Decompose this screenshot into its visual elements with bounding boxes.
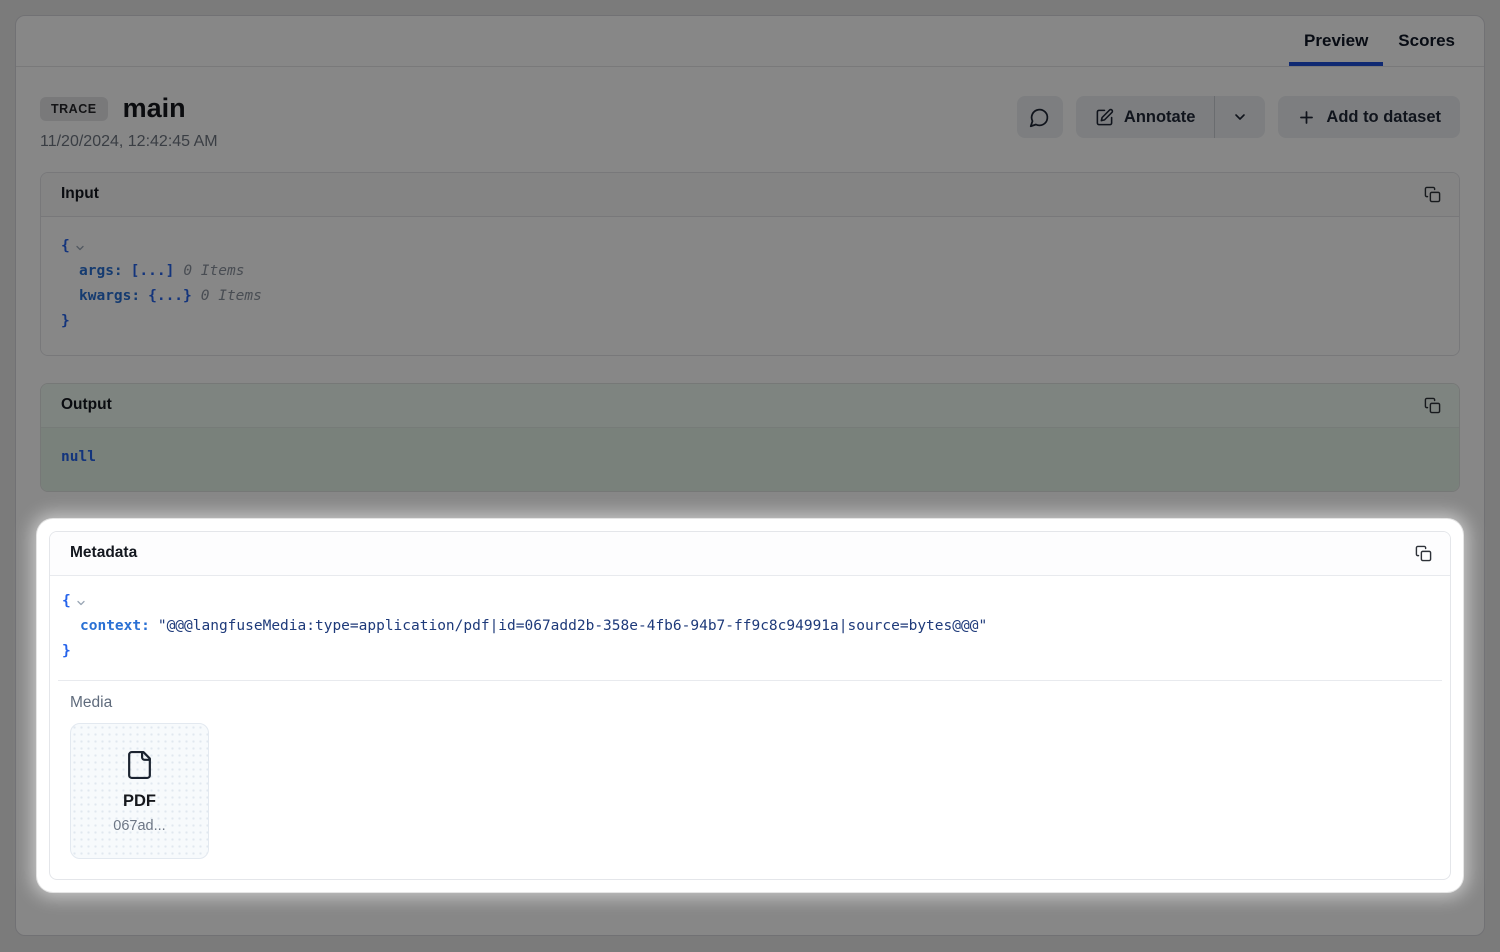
output-panel-title: Output <box>61 396 112 414</box>
media-label: Media <box>70 694 1430 712</box>
trace-detail-card: Preview Scores TRACE main 11/20/2024, 12… <box>15 15 1485 936</box>
copy-output-button[interactable] <box>1422 395 1443 416</box>
input-json-viewer: { args: [...] 0 Items kwargs: {...} 0 It… <box>41 217 1459 355</box>
json-line-kwargs: kwargs: {...} 0 Items <box>61 284 1439 309</box>
output-panel: Output null <box>40 383 1460 492</box>
page-title: main <box>123 94 186 124</box>
copy-metadata-button[interactable] <box>1413 543 1434 564</box>
annotate-label: Annotate <box>1124 108 1196 127</box>
output-json-viewer: null <box>41 428 1459 491</box>
metadata-json-viewer: { context: "@@@langfuseMedia:type=applic… <box>50 576 1450 680</box>
comment-button[interactable] <box>1017 96 1063 138</box>
json-line-context: context: "@@@langfuseMedia:type=applicat… <box>62 614 1438 639</box>
file-icon <box>124 748 155 782</box>
output-null-value: null <box>61 445 96 470</box>
copy-input-button[interactable] <box>1422 184 1443 205</box>
chevron-down-icon <box>1232 109 1248 125</box>
media-section: Media PDF 067ad... <box>58 680 1442 879</box>
copy-icon <box>1424 186 1441 203</box>
tab-bar: Preview Scores <box>16 16 1484 67</box>
metadata-panel-title: Metadata <box>70 544 137 562</box>
trace-badge: TRACE <box>40 97 108 122</box>
collapse-toggle-icon[interactable] <box>75 597 87 609</box>
trace-timestamp: 11/20/2024, 12:42:45 AM <box>40 133 218 151</box>
pdf-media-card[interactable]: PDF 067ad... <box>70 723 209 859</box>
add-to-dataset-label: Add to dataset <box>1326 108 1441 127</box>
message-circle-icon <box>1029 107 1050 128</box>
metadata-panel: Metadata { context: "@@@langfuseMedia:ty… <box>49 531 1451 880</box>
annotate-button[interactable]: Annotate <box>1076 96 1215 138</box>
media-file-id: 067ad... <box>113 818 165 834</box>
trace-header: TRACE main 11/20/2024, 12:42:45 AM Annot… <box>16 67 1484 172</box>
input-panel-title: Input <box>61 185 99 203</box>
input-panel: Input { args: [...] 0 Items kwargs: <box>40 172 1460 356</box>
metadata-spotlight: Metadata { context: "@@@langfuseMedia:ty… <box>37 519 1463 892</box>
copy-icon <box>1415 545 1432 562</box>
header-actions: Annotate Add to dataset <box>1017 96 1460 138</box>
plus-icon <box>1297 108 1316 127</box>
json-line-args: args: [...] 0 Items <box>61 259 1439 284</box>
tab-preview[interactable]: Preview <box>1289 16 1383 66</box>
add-to-dataset-button[interactable]: Add to dataset <box>1278 96 1460 138</box>
trace-title-block: TRACE main 11/20/2024, 12:42:45 AM <box>40 94 218 151</box>
collapse-toggle-icon[interactable] <box>74 242 86 254</box>
square-pen-icon <box>1095 108 1114 127</box>
annotate-dropdown-button[interactable] <box>1215 96 1265 138</box>
annotate-split-button: Annotate <box>1076 96 1266 138</box>
media-file-type: PDF <box>123 792 156 811</box>
copy-icon <box>1424 397 1441 414</box>
tab-scores[interactable]: Scores <box>1383 16 1470 66</box>
